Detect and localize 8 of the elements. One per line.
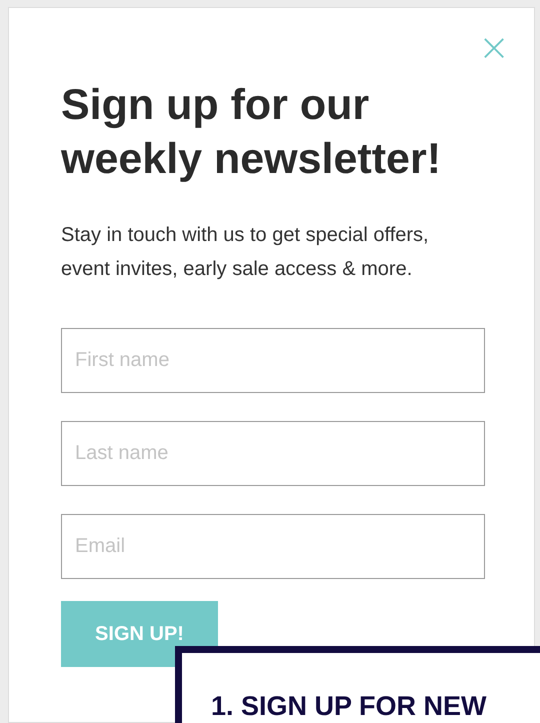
sign-up-button[interactable]: SIGN UP! [61, 601, 218, 667]
input-field[interactable]: Last name [61, 421, 485, 486]
dialog-description: Stay in touch with us to get special offers, event invites, early sale access & more. [61, 223, 430, 282]
input-field[interactable]: First name [61, 328, 485, 393]
dialog-title: Sign up for our weekly newsletter! [61, 80, 442, 185]
overlay-heading: 1. SIGN UP FOR NEW [211, 691, 488, 722]
input-field[interactable]: Email [61, 514, 485, 579]
close-button[interactable]: × [478, 34, 510, 60]
